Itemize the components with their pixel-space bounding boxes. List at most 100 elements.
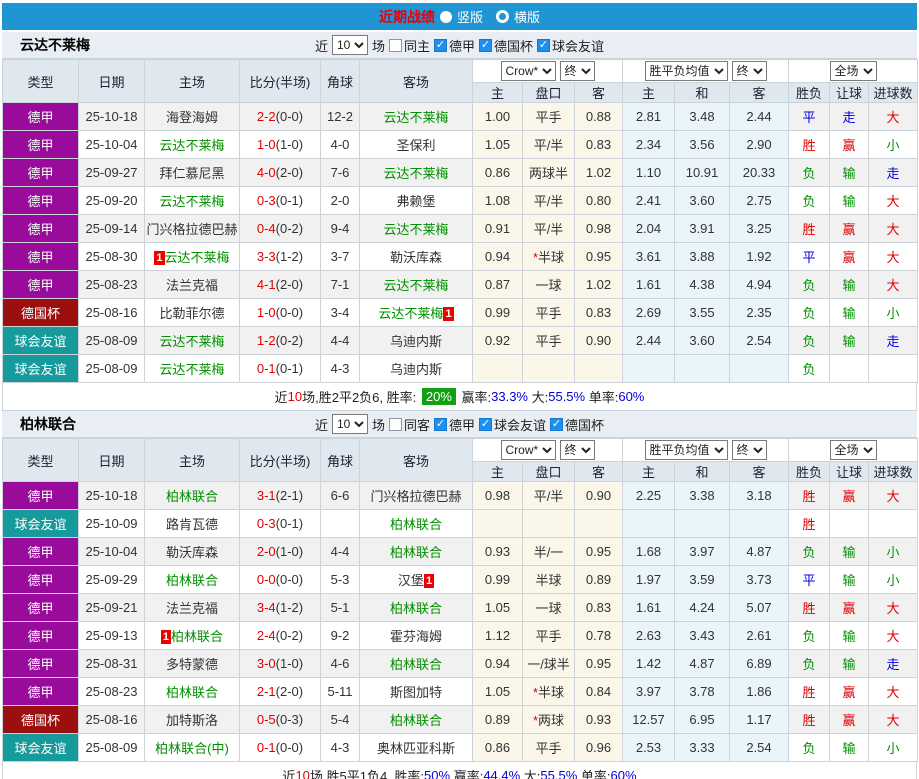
avg-home-odds: 2.25 <box>622 481 675 510</box>
radio-vertical[interactable] <box>439 10 452 23</box>
odds-home: 0.99 <box>472 298 523 327</box>
radio-vertical-label: 竖版 <box>456 10 483 25</box>
avg-away-odds: 2.44 <box>728 102 790 131</box>
corner-score: 5-1 <box>320 593 360 622</box>
home-team: 柏林联合 <box>144 481 240 510</box>
avg-draw-odds: 3.56 <box>674 130 730 159</box>
odds-final-select[interactable]: 终 <box>559 440 595 460</box>
goals-result-cell: 大 <box>868 102 919 131</box>
match-date: 25-10-18 <box>78 481 145 510</box>
odds-company-select[interactable]: Crow* <box>500 440 556 460</box>
handicap: 平/半 <box>522 481 575 510</box>
avg-away-odds: 4.87 <box>728 537 790 566</box>
away-team: 柏林联合 <box>359 537 473 566</box>
away-team: 柏林联合 <box>359 705 473 734</box>
match-count-select[interactable]: 10 <box>331 35 368 55</box>
avg-draw-odds <box>674 509 730 538</box>
odds-home <box>472 509 523 538</box>
handicap: 平/半 <box>522 214 575 243</box>
league-filter-checkbox[interactable] <box>479 38 493 52</box>
league-filter-checkbox[interactable] <box>537 38 551 52</box>
home-team: 拜仁慕尼黑 <box>144 158 240 187</box>
odds-away: 0.89 <box>574 565 623 594</box>
goals-result-cell: 大 <box>868 481 919 510</box>
handicap: 两球半 <box>522 158 575 187</box>
away-team: 霍芬海姆 <box>359 621 473 650</box>
handicap: 一/球半 <box>522 649 575 678</box>
goals-result-cell: 小 <box>868 565 919 594</box>
red-card-badge: 1 <box>154 251 165 265</box>
away-team: 圣保利 <box>359 130 473 159</box>
goals-result-cell: 大 <box>868 270 919 299</box>
away-team: 云达不莱梅 <box>359 270 473 299</box>
odds-away: 0.83 <box>574 593 623 622</box>
handicap-result-cell: 输 <box>829 565 870 594</box>
score-cell: 3-0(1-0) <box>239 649 321 678</box>
match-date: 25-10-18 <box>78 102 145 131</box>
match-date: 25-08-16 <box>78 298 145 327</box>
summary-segment: 33.3% <box>491 389 528 404</box>
odds-home: 0.92 <box>472 326 523 355</box>
league-filter-checkbox[interactable] <box>434 417 447 431</box>
away-team: 弗赖堡 <box>359 186 473 215</box>
page: 近期战绩 竖版 横版 云达不莱梅 近 10 场 同主 德甲德国杯球会友谊 类型 … <box>0 0 919 779</box>
odds-final-select[interactable]: 终 <box>559 61 595 81</box>
fulltime-select[interactable]: 全场 <box>829 61 877 81</box>
match-type-badge: 球会友谊 <box>2 354 79 383</box>
goals-result-cell: 大 <box>868 621 919 650</box>
league-filter-checkbox[interactable] <box>479 417 493 431</box>
same-venue-checkbox[interactable] <box>388 38 402 52</box>
summary-segment: 单率: <box>577 769 611 779</box>
home-team: 云达不莱梅 <box>144 354 240 383</box>
corner-score: 4-4 <box>320 537 360 566</box>
match-date: 25-08-30 <box>78 242 145 271</box>
same-venue-checkbox[interactable] <box>388 417 402 431</box>
match-type-badge: 球会友谊 <box>2 326 79 355</box>
result-cell: 胜 <box>788 705 831 734</box>
radio-horizontal[interactable] <box>496 10 509 23</box>
league-filter-checkbox[interactable] <box>434 38 447 52</box>
avg-home-odds: 3.97 <box>622 677 675 706</box>
summary-segment: 44.4% <box>483 768 521 779</box>
full-score: 0-3 <box>256 516 276 531</box>
radio-horizontal-label: 横版 <box>514 10 541 25</box>
avg-odds-select[interactable]: 胜平负均值 <box>644 440 728 460</box>
home-team: 云达不莱梅 <box>144 130 240 159</box>
match-date: 25-08-09 <box>78 326 145 355</box>
avg-odds-select[interactable]: 胜平负均值 <box>644 61 728 81</box>
match-type-badge: 德甲 <box>2 677 79 706</box>
avg-home-odds: 2.04 <box>622 214 675 243</box>
odds-home: 0.93 <box>472 537 523 566</box>
result-cell: 胜 <box>788 677 831 706</box>
match-type-badge: 德甲 <box>2 481 79 510</box>
fulltime-select[interactable]: 全场 <box>829 440 877 460</box>
corner-score: 4-3 <box>320 733 360 762</box>
odds-company-select[interactable]: Crow* <box>500 61 556 81</box>
odds-home: 0.89 <box>472 705 523 734</box>
odds-away: 0.84 <box>574 677 623 706</box>
subheader-result: 胜负 <box>788 461 831 482</box>
league-filter-label: 德国杯 <box>565 417 605 433</box>
handicap-result-cell: 赢 <box>829 214 870 243</box>
match-count-select[interactable]: 10 <box>331 414 368 434</box>
full-score: 3-0 <box>256 656 276 671</box>
fulltime-select-cell: 全场 <box>788 438 919 462</box>
league-filter-checkbox[interactable] <box>550 417 564 431</box>
near-label: 近 <box>314 38 328 54</box>
subheader-avg-away: 客 <box>728 82 790 103</box>
score-cell: 0-0(0-0) <box>239 565 321 594</box>
match-type-badge: 德甲 <box>2 565 79 594</box>
match-type-badge: 球会友谊 <box>2 509 79 538</box>
odds-away: 0.96 <box>574 733 623 762</box>
avg-select-cell: 胜平负均值终 <box>621 438 790 462</box>
league-filter-label: 球会友谊 <box>552 38 605 54</box>
home-team: 云达不莱梅 <box>144 326 240 355</box>
avg-final-select[interactable]: 终 <box>731 440 767 460</box>
avg-final-select[interactable]: 终 <box>731 61 767 81</box>
result-cell: 胜 <box>788 130 831 159</box>
odds-away: 0.88 <box>574 102 623 131</box>
avg-draw-odds: 3.97 <box>674 537 730 566</box>
avg-home-odds: 2.34 <box>622 130 675 159</box>
subheader-handicap: 盘口 <box>522 82 575 103</box>
avg-home-odds: 1.42 <box>622 649 675 678</box>
